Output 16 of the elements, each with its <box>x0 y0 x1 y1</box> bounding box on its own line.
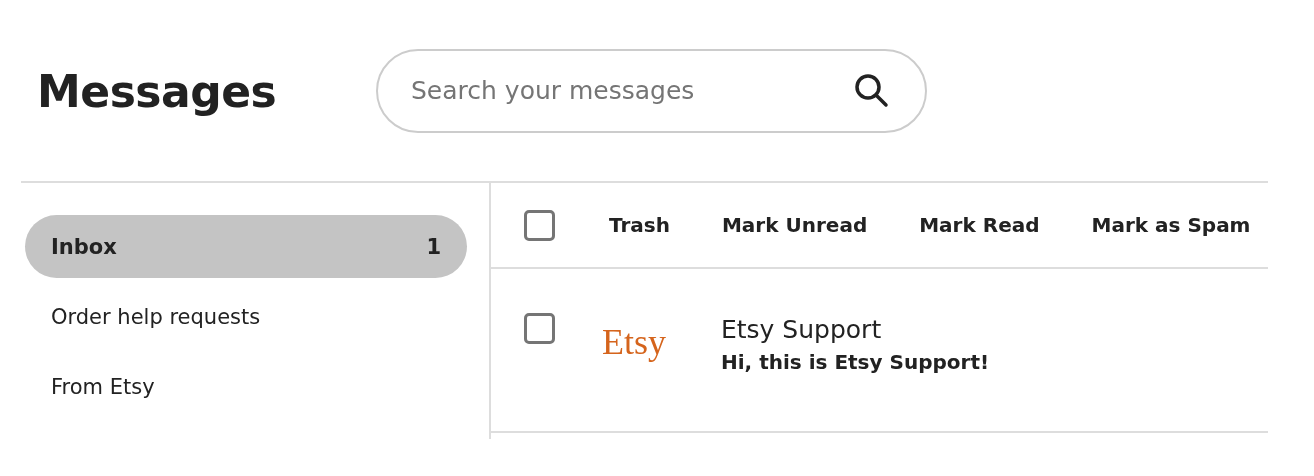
sidebar-item[interactable]: From Etsy <box>25 355 467 418</box>
message-preview[interactable]: Hi, this is Etsy Support! <box>721 350 990 374</box>
page-title: Messages <box>37 65 278 117</box>
sidebar-item[interactable]: Inbox 1 <box>25 215 467 278</box>
action-button[interactable]: Mark as Spam <box>1079 207 1263 243</box>
search-field[interactable]: Search your messages <box>376 48 927 133</box>
sidebar-item[interactable]: Order help requests <box>25 285 467 348</box>
sender-logo: Etsy <box>602 321 667 363</box>
unread-count: 1 <box>426 234 441 259</box>
action-button[interactable]: Mark Unread <box>709 207 880 243</box>
sender-name[interactable]: Etsy Support <box>721 315 990 344</box>
action-button[interactable]: Mark Read <box>907 207 1052 243</box>
action-button[interactable]: Trash <box>597 207 682 243</box>
search-icon[interactable] <box>853 71 891 110</box>
checkbox[interactable] <box>524 209 555 241</box>
checkbox[interactable] <box>524 313 555 344</box>
